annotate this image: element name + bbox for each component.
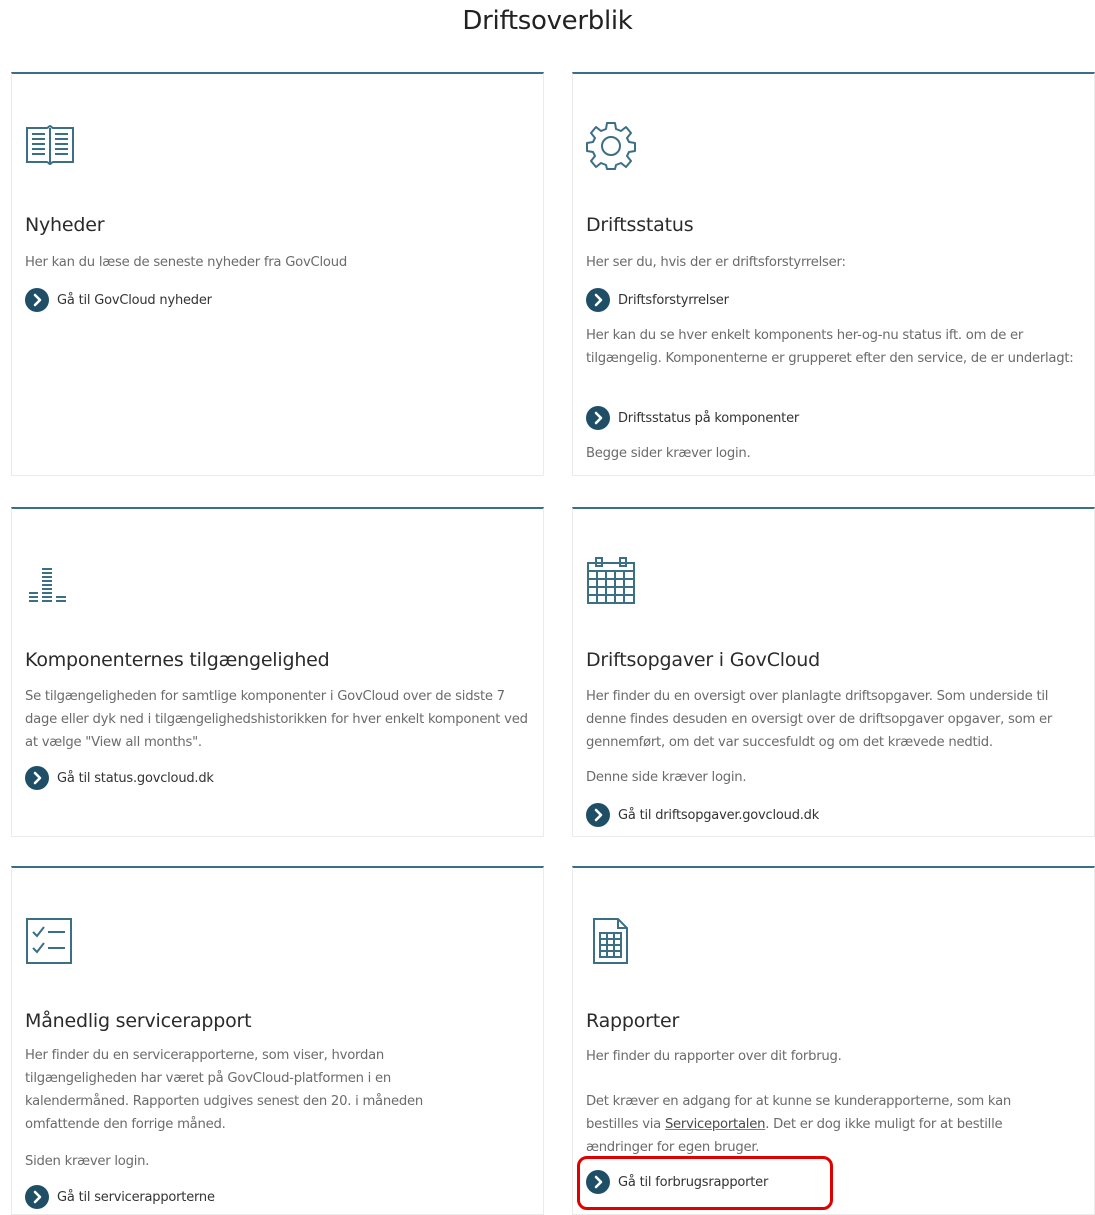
component-status-link[interactable]: Driftsstatus på komponenter bbox=[586, 406, 799, 430]
card-description: Se tilgængeligheden for samtlige kompone… bbox=[25, 689, 528, 750]
page-title: Driftsoverblik bbox=[462, 6, 633, 36]
login-note: Begge sider kræver login. bbox=[586, 446, 751, 461]
card-description: Her finder du en oversigt over planlagte… bbox=[586, 689, 1053, 750]
card-nyheder: Nyheder Her kan du læse de seneste nyhed… bbox=[11, 72, 544, 476]
bar-chart-icon bbox=[29, 568, 66, 602]
card-title: Driftsopgaver i GovCloud bbox=[586, 649, 820, 671]
driftsopgaver-link[interactable]: Gå til driftsopgaver.govcloud.dk bbox=[586, 803, 819, 827]
checklist-icon bbox=[26, 918, 72, 964]
arrow-right-circle-icon bbox=[25, 288, 49, 312]
card-description: Her kan du læse de seneste nyheder fra G… bbox=[25, 255, 347, 270]
govcloud-news-link[interactable]: Gå til GovCloud nyheder bbox=[25, 288, 212, 312]
arrow-right-circle-icon bbox=[25, 1185, 49, 1209]
gear-icon bbox=[586, 122, 636, 170]
card-title: Rapporter bbox=[586, 1010, 680, 1032]
card-driftsstatus: Driftsstatus Her ser du, hvis der er dri… bbox=[572, 72, 1095, 476]
card-description: Her finder du en servicerapporterne, som… bbox=[25, 1048, 423, 1132]
book-icon bbox=[26, 124, 74, 166]
link-label: Driftsforstyrrelser bbox=[618, 292, 729, 308]
highlight-box bbox=[577, 1156, 833, 1210]
servicerapporter-link[interactable]: Gå til servicerapporterne bbox=[25, 1185, 215, 1209]
card-title: Komponenternes tilgængelighed bbox=[25, 649, 330, 671]
spreadsheet-icon bbox=[593, 918, 628, 964]
calendar-icon bbox=[587, 557, 635, 604]
login-note: Denne side kræver login. bbox=[586, 770, 747, 785]
card-description: Her finder du rapporter over dit forbrug… bbox=[586, 1049, 842, 1064]
card-servicerapport: Månedlig servicerapport Her finder du en… bbox=[11, 866, 544, 1215]
arrow-right-circle-icon bbox=[586, 288, 610, 312]
login-note: Siden kræver login. bbox=[25, 1154, 150, 1169]
link-label: Gå til GovCloud nyheder bbox=[57, 292, 212, 308]
driftsforstyrrelser-link[interactable]: Driftsforstyrrelser bbox=[586, 288, 729, 312]
link-label: Gå til status.govcloud.dk bbox=[57, 770, 214, 786]
link-label: Gå til servicerapporterne bbox=[57, 1189, 215, 1205]
card-driftsopgaver: Driftsopgaver i GovCloud Her finder du e… bbox=[572, 507, 1095, 837]
card-title: Månedlig servicerapport bbox=[25, 1010, 252, 1032]
serviceportalen-link[interactable]: Serviceportalen bbox=[665, 1117, 766, 1132]
link-label: Driftsstatus på komponenter bbox=[618, 410, 800, 426]
status-govcloud-link[interactable]: Gå til status.govcloud.dk bbox=[25, 766, 214, 790]
card-description: Her kan du se hver enkelt komponents her… bbox=[586, 328, 1074, 366]
link-label: Gå til driftsopgaver.govcloud.dk bbox=[618, 807, 820, 823]
card-description: Her ser du, hvis der er driftsforstyrrel… bbox=[586, 255, 846, 270]
arrow-right-circle-icon bbox=[586, 803, 610, 827]
arrow-right-circle-icon bbox=[25, 766, 49, 790]
arrow-right-circle-icon bbox=[586, 406, 610, 430]
card-title: Driftsstatus bbox=[586, 214, 694, 236]
card-description-access: Det kræver en adgang for at kunne se kun… bbox=[586, 1090, 1064, 1159]
card-title: Nyheder bbox=[25, 214, 105, 236]
card-tilgaengelighed: Komponenternes tilgængelighed Se tilgæng… bbox=[11, 507, 544, 837]
